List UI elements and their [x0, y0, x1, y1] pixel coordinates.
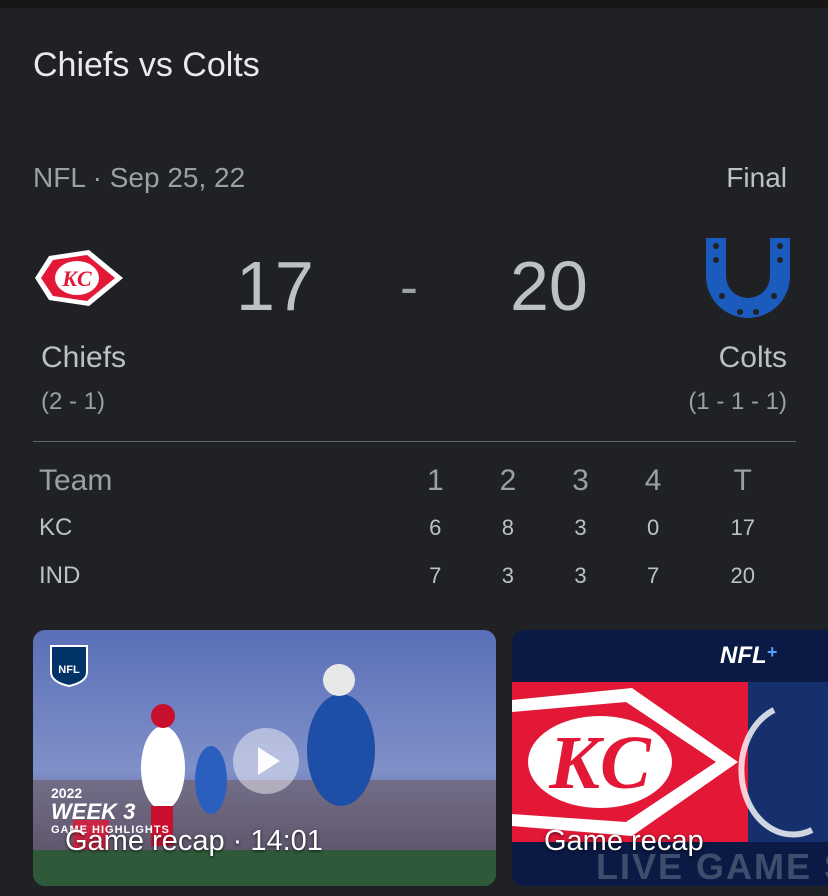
col-header-team: Team — [39, 464, 113, 497]
away-score: 20 — [510, 247, 588, 325]
game-league-date: NFL · Sep 25, 22 — [33, 162, 246, 193]
play-icon[interactable] — [233, 728, 299, 794]
col-header-q4: 4 — [644, 464, 662, 497]
divider — [33, 441, 796, 442]
col-header-q2: 2 — [499, 464, 517, 497]
row-team: IND — [39, 562, 81, 589]
row-team: KC — [39, 514, 73, 541]
week-overlay-week: WEEK 3 — [51, 799, 136, 824]
row-total: 20 — [730, 563, 755, 588]
video-caption: Game recap · 14:01 — [65, 825, 323, 857]
nfl-plus-brand: NFL+ — [720, 642, 778, 669]
nfl-shield-icon: NFL — [50, 645, 88, 688]
table-row: KC 6 8 3 0 17 — [33, 504, 796, 552]
row-total: 17 — [730, 515, 755, 540]
row-q4: 0 — [647, 515, 660, 540]
nfl-shield-label: NFL — [58, 664, 80, 676]
row-q4: 7 — [647, 563, 660, 588]
away-team-name[interactable]: Colts — [719, 341, 787, 375]
score-separator: - — [400, 257, 418, 317]
chiefs-logo-icon[interactable]: KC — [33, 248, 125, 308]
col-header-total: T — [733, 464, 752, 497]
row-q2: 3 — [501, 563, 515, 588]
week-overlay-year: 2022 — [51, 785, 83, 801]
table-row: IND 7 3 3 7 20 — [33, 552, 796, 600]
col-header-q1: 1 — [426, 464, 444, 497]
col-header-q3: 3 — [572, 464, 589, 497]
svg-text:KC: KC — [548, 721, 652, 805]
game-status: Final — [726, 162, 787, 193]
video-card-highlights[interactable]: NFL 2022 WEEK 3 GAME HIGHLIGHTS Game rec… — [33, 630, 496, 886]
home-score: 17 — [236, 247, 314, 325]
row-q1: 6 — [429, 515, 442, 540]
video-caption: Game recap — [544, 825, 704, 857]
svg-text:KC: KC — [61, 266, 92, 291]
home-team-name[interactable]: Chiefs — [41, 341, 126, 375]
away-team-record: (1 - 1 - 1) — [688, 388, 787, 415]
row-q3: 3 — [574, 563, 587, 588]
box-score-table: Team 1 2 3 4 T KC 6 8 3 0 17 IND 7 3 3 7… — [33, 458, 796, 600]
page-title: Chiefs vs Colts — [33, 46, 260, 84]
box-score-header-row: Team 1 2 3 4 T — [33, 458, 796, 504]
colts-horseshoe-icon[interactable] — [700, 230, 796, 330]
row-q3: 3 — [574, 515, 587, 540]
row-q1: 7 — [429, 563, 442, 588]
home-team-record: (2 - 1) — [41, 388, 106, 415]
row-q2: 8 — [501, 515, 515, 540]
video-card-recap[interactable]: KC NFL+ LIVE GAME ST Game recap — [512, 630, 828, 886]
top-band — [0, 0, 828, 8]
